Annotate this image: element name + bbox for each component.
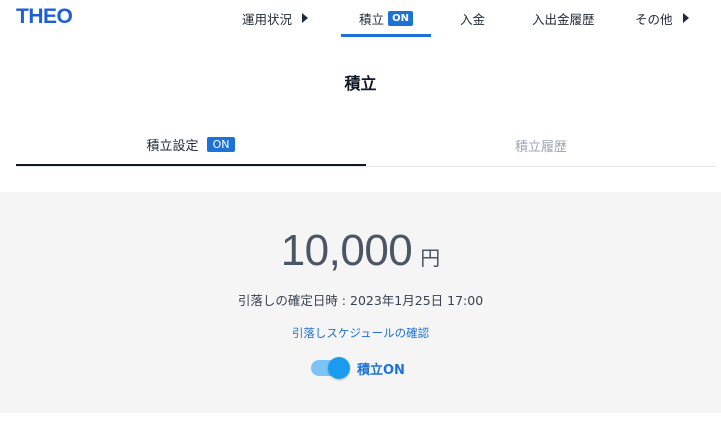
nav-item-transaction-history[interactable]: 入出金履歴 [532, 0, 595, 36]
tab-tsumitate-settings[interactable]: 積立設定 ON [16, 124, 366, 166]
tsumitate-amount: 10,000 [280, 226, 413, 275]
nav-item-label: 入出金履歴 [532, 11, 595, 27]
nav-item-portfolio-status[interactable]: 運用状況 [242, 0, 309, 36]
nav-item-label: その他 [635, 11, 673, 27]
nav-item-label: 運用状況 [242, 11, 293, 27]
debit-schedule-link[interactable]: 引落しスケジュールの確認 [0, 325, 721, 341]
on-badge: ON [388, 10, 413, 26]
nav-item-tsumitate[interactable]: 積立 ON [341, 0, 431, 36]
tsumitate-tabs: 積立設定 ON 積立履歴 [16, 124, 716, 167]
top-header: THEO 運用状況 積立 ON 入金 入出金履歴 その他 [0, 0, 721, 40]
tsumitate-toggle[interactable] [311, 357, 350, 379]
caret-right-icon [302, 13, 309, 23]
nav-item-label: 入金 [460, 11, 486, 27]
debit-confirmation-datetime: 引落しの確定日時 : 2023年1月25日 17:00 [0, 290, 721, 309]
toggle-label: 積立ON [357, 362, 405, 378]
debit-label: 引落しの確定日時 : [237, 293, 350, 308]
tab-tsumitate-history[interactable]: 積立履歴 [366, 124, 716, 166]
amount-unit: 円 [420, 246, 441, 270]
nav-item-label: 積立 [359, 11, 385, 27]
page-title: 積立 [344, 74, 377, 93]
tsumitate-settings-panel: 10,000 円 引落しの確定日時 : 2023年1月25日 17:00 引落しス… [0, 192, 721, 413]
on-badge: ON [206, 136, 236, 152]
tsumitate-toggle-row: 積立ON [311, 357, 405, 379]
tab-label: 積立履歴 [514, 139, 567, 155]
nav-item-deposit[interactable]: 入金 [460, 0, 485, 36]
theo-logo[interactable]: THEO [16, 5, 73, 29]
toggle-knob [328, 357, 350, 379]
active-nav-underline [341, 34, 431, 37]
debit-value: 2023年1月25日 17:00 [350, 293, 484, 308]
tab-label: 積立設定 [146, 138, 199, 154]
nav-item-other[interactable]: その他 [635, 0, 689, 36]
amount-display: 10,000 円 [0, 226, 721, 276]
caret-right-icon [682, 13, 689, 23]
